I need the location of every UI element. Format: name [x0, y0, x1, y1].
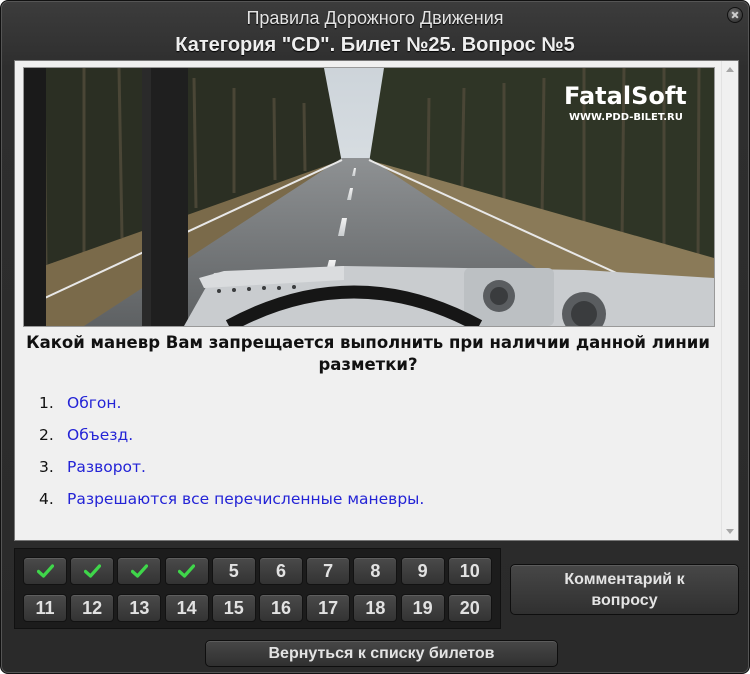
question-number: 12 [82, 597, 103, 618]
answer-number: 2. [39, 426, 54, 444]
answer-option-3[interactable]: 3. Разворот. [39, 457, 699, 489]
check-icon [83, 564, 101, 578]
question-number: 20 [459, 597, 480, 618]
check-icon [178, 564, 196, 578]
question-button-16[interactable]: 16 [259, 594, 303, 622]
answer-option-2[interactable]: 2. Объезд. [39, 425, 699, 457]
question-button-15[interactable]: 15 [211, 594, 256, 622]
question-number: 9 [417, 560, 428, 581]
comment-button-line2: вопросу [591, 592, 658, 609]
answer-number: 3. [39, 458, 54, 476]
vertical-scrollbar[interactable] [721, 61, 738, 540]
question-number: 6 [275, 560, 286, 581]
logo-url: WWW.PDD-BILET.RU [569, 112, 683, 123]
logo-brand: FatalSoft [564, 82, 687, 110]
question-button-10[interactable]: 10 [447, 557, 492, 585]
question-number: 14 [176, 597, 197, 618]
question-number: 17 [318, 597, 339, 618]
question-button-12[interactable]: 12 [70, 594, 115, 622]
answer-text[interactable]: Разворот. [67, 458, 146, 476]
question-text: Какой маневр Вам запрещается выполнить п… [26, 333, 710, 374]
question-number: 13 [129, 597, 150, 618]
question-number: 19 [412, 597, 433, 618]
question-button-9[interactable]: 9 [400, 557, 445, 585]
check-icon [130, 564, 148, 578]
answer-option-4[interactable]: 4. Разрешаются все перечисленные маневры. [39, 489, 699, 521]
answer-text[interactable]: Объезд. [67, 426, 133, 444]
ticket-subtitle: Категория "CD". Билет №25. Вопрос №5 [175, 34, 575, 56]
question-number: 5 [228, 560, 239, 581]
back-to-tickets-button[interactable]: Вернуться к списку билетов [205, 640, 558, 667]
question-number: 8 [370, 560, 381, 581]
question-button-20[interactable]: 20 [447, 594, 492, 622]
answer-text[interactable]: Разрешаются все перечисленные маневры. [67, 490, 424, 508]
question-number: 18 [365, 597, 386, 618]
answer-number: 1. [39, 394, 54, 412]
question-number: 7 [323, 560, 334, 581]
question-button-13[interactable]: 13 [117, 594, 162, 622]
question-button-19[interactable]: 19 [400, 594, 445, 622]
question-button-4[interactable] [164, 557, 209, 585]
question-image: FatalSoft WWW.PDD-BILET.RU [23, 67, 715, 327]
question-button-1[interactable] [23, 557, 67, 585]
check-icon [36, 564, 54, 578]
question-number: 11 [35, 597, 55, 618]
question-button-14[interactable]: 14 [164, 594, 209, 622]
question-button-7[interactable]: 7 [306, 557, 351, 585]
window-title: Правила Дорожного Движения [246, 8, 504, 28]
question-button-11[interactable]: 11 [23, 594, 67, 622]
answer-text[interactable]: Обгон. [67, 394, 121, 412]
question-button-2[interactable] [70, 557, 115, 585]
question-number: 10 [459, 560, 480, 581]
question-button-6[interactable]: 6 [259, 557, 303, 585]
scroll-down-arrow-icon[interactable] [726, 529, 734, 534]
answer-number: 4. [39, 490, 54, 508]
answer-option-1[interactable]: 1. Обгон. [39, 393, 699, 425]
question-number: 16 [270, 597, 292, 618]
comment-button[interactable]: Комментарий к вопросу [510, 564, 739, 615]
question-number: 15 [223, 597, 244, 618]
question-button-3[interactable] [117, 557, 162, 585]
question-button-8[interactable]: 8 [353, 557, 398, 585]
question-button-5[interactable]: 5 [211, 557, 256, 585]
question-button-18[interactable]: 18 [353, 594, 398, 622]
question-navigator: 5 6 7 8 9 10 11 12 13 14 15 16 17 18 19 20 [14, 548, 501, 629]
app-window: Правила Дорожного Движения Категория "CD… [0, 0, 750, 674]
answer-list: 1. Обгон. 2. Объезд. 3. Разворот. 4. Разреша… [39, 393, 699, 521]
question-panel: FatalSoft WWW.PDD-BILET.RU Какой маневр … [14, 60, 739, 541]
scroll-up-arrow-icon[interactable] [726, 67, 734, 72]
question-button-17[interactable]: 17 [306, 594, 351, 622]
comment-button-line1: Комментарий к [564, 571, 685, 588]
